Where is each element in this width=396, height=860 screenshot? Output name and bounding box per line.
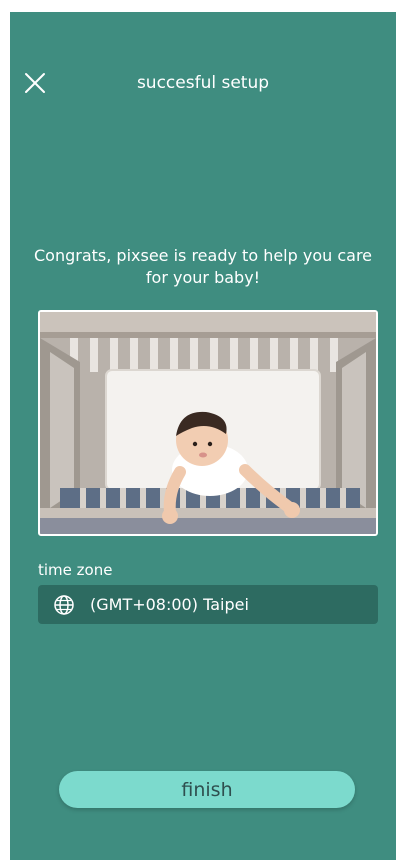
- page-title: succesful setup: [136, 73, 270, 93]
- finish-button[interactable]: finish: [59, 771, 355, 808]
- globe-icon: [52, 593, 76, 617]
- baby-in-crib-illustration: [40, 312, 376, 534]
- timezone-label: time zone: [38, 561, 113, 579]
- timezone-selector[interactable]: (GMT+08:00) Taipei: [38, 585, 378, 624]
- timezone-value: (GMT+08:00) Taipei: [90, 594, 249, 614]
- setup-success-screen: succesful setup Congrats, pixsee is read…: [10, 12, 396, 860]
- baby-photo: [38, 310, 378, 536]
- congrats-message: Congrats, pixsee is ready to help you ca…: [33, 246, 373, 287]
